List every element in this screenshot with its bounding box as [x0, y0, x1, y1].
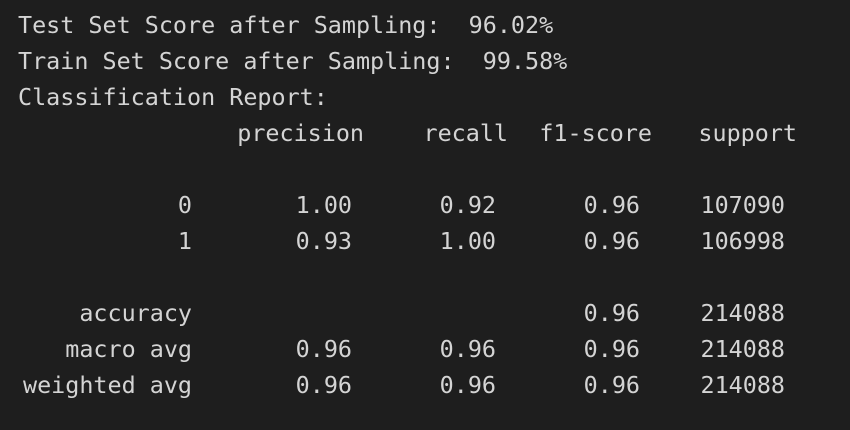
row-support: 214088	[700, 299, 786, 327]
train-score-label: Train Set Score after Sampling:	[18, 47, 455, 75]
header-recall: recall	[423, 119, 509, 147]
test-score-line: Test Set Score after Sampling: 96.02%	[18, 7, 850, 43]
row-support: 107090	[700, 191, 786, 219]
train-score-value: 99.58%	[482, 47, 568, 75]
header-support: support	[698, 119, 797, 147]
report-row-class-0: 0 1.00 0.92 0.96 107090	[18, 187, 850, 223]
row-f1-score: 0.96	[583, 371, 640, 399]
report-row-class-1: 1 0.93 1.00 0.96 106998	[18, 223, 850, 259]
row-precision: 1.00	[295, 191, 352, 219]
row-recall: 0.96	[439, 371, 496, 399]
row-f1-score: 0.96	[583, 335, 640, 363]
row-label: weighted avg	[23, 371, 192, 399]
row-f1-score: 0.96	[583, 299, 640, 327]
row-recall: 1.00	[439, 227, 496, 255]
row-recall: 0.96	[439, 335, 496, 363]
row-support: 214088	[700, 371, 786, 399]
test-score-value: 96.02%	[468, 11, 554, 39]
row-label: accuracy	[79, 299, 192, 327]
report-row-accuracy: accuracy 0.96 214088	[18, 295, 850, 331]
notebook-cell-output: Test Set Score after Sampling: 96.02% Tr…	[0, 0, 850, 430]
row-f1-score: 0.96	[583, 227, 640, 255]
header-precision: precision	[237, 119, 364, 147]
row-support: 106998	[700, 227, 786, 255]
report-row-weighted-avg: weighted avg 0.96 0.96 0.96 214088	[18, 367, 850, 403]
row-precision: 0.96	[295, 371, 352, 399]
row-precision: 0.93	[295, 227, 352, 255]
row-label: macro avg	[65, 335, 192, 363]
report-title: Classification Report:	[18, 83, 328, 111]
row-precision: 0.96	[295, 335, 352, 363]
row-support: 214088	[700, 335, 786, 363]
row-recall: 0.92	[439, 191, 496, 219]
header-f1-score: f1-score	[539, 119, 652, 147]
report-row-macro-avg: macro avg 0.96 0.96 0.96 214088	[18, 331, 850, 367]
row-label: 1	[177, 227, 192, 255]
test-score-label: Test Set Score after Sampling:	[18, 11, 441, 39]
row-label: 0	[177, 191, 192, 219]
row-f1-score: 0.96	[583, 191, 640, 219]
report-header-row: precision recall f1-score support	[18, 115, 850, 151]
train-score-line: Train Set Score after Sampling: 99.58%	[18, 43, 850, 79]
